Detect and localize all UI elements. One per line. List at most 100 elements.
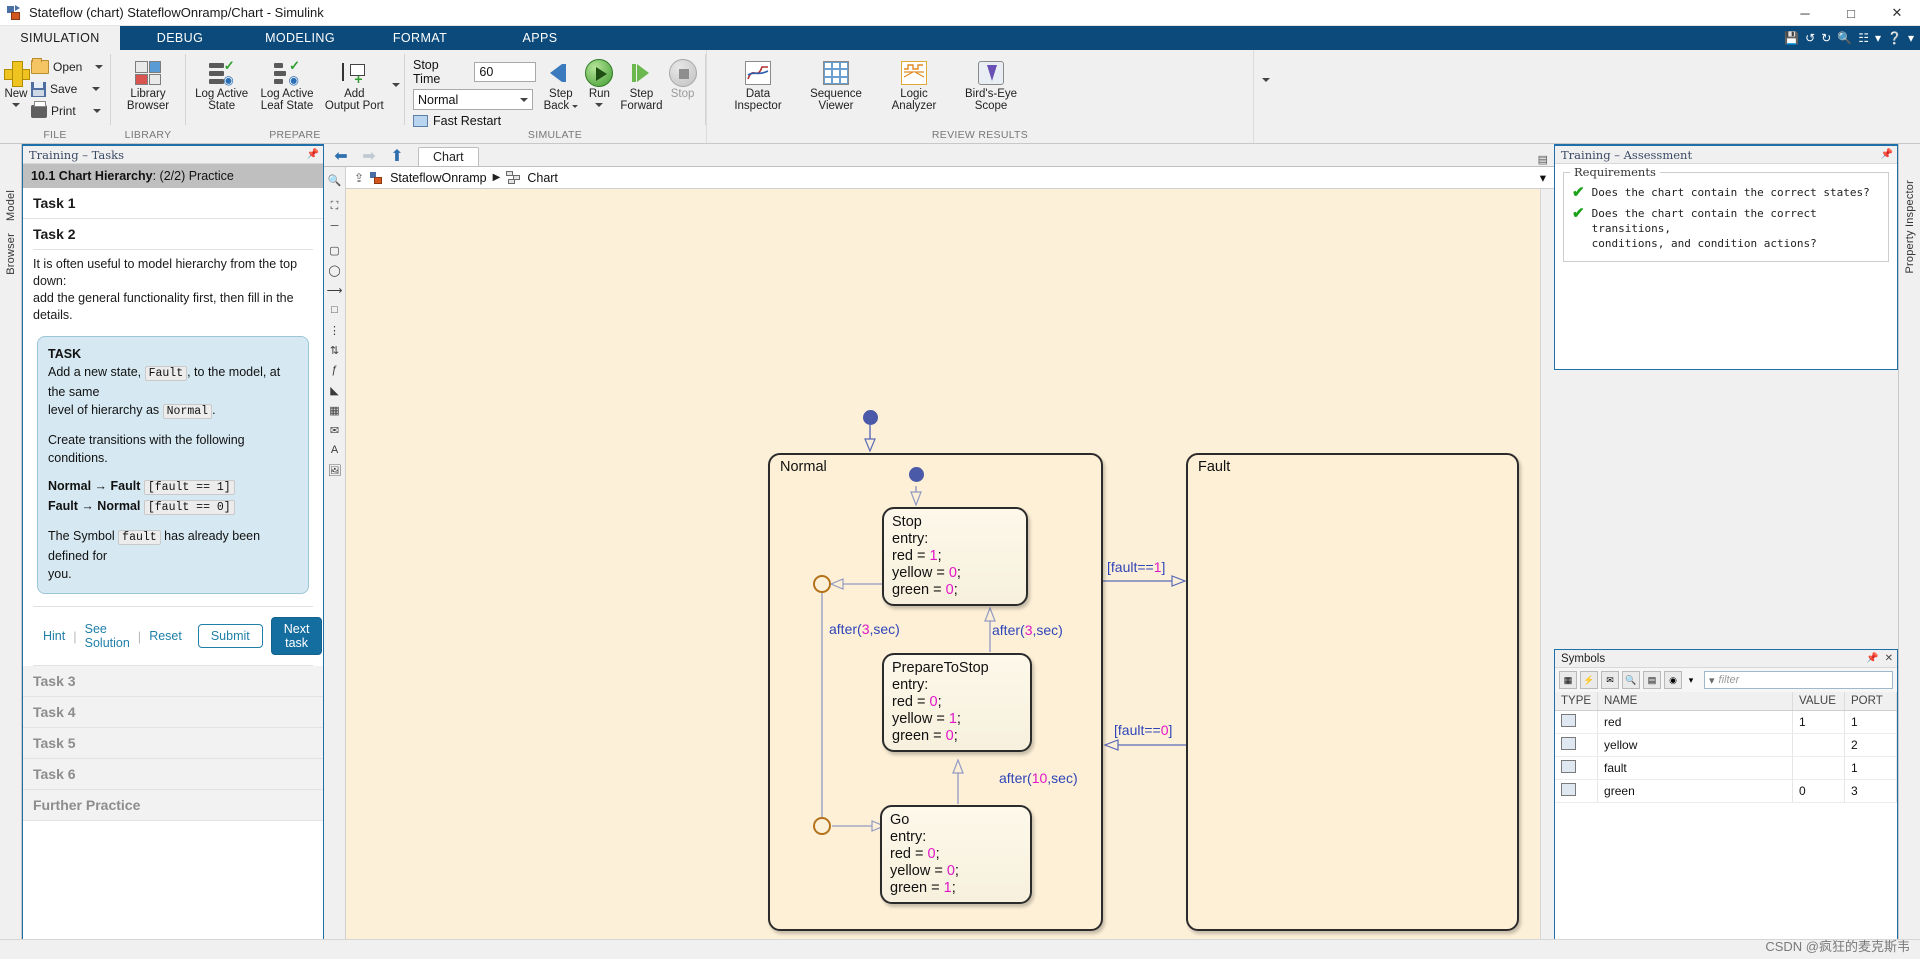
task-row-3[interactable]: Task 3 bbox=[23, 666, 323, 697]
next-task-button[interactable]: Next task bbox=[270, 617, 323, 655]
add-message-icon[interactable]: ✉ bbox=[1601, 671, 1619, 689]
stop-button[interactable]: Stop bbox=[664, 54, 701, 100]
breadcrumb-chevron-down-icon[interactable]: ▾ bbox=[1540, 170, 1546, 185]
canvas-vertical-scrollbar[interactable] bbox=[1540, 189, 1554, 959]
breadcrumb-model[interactable]: StateflowOnramp bbox=[390, 171, 487, 185]
tab-modeling[interactable]: MODELING bbox=[240, 26, 360, 50]
state-icon[interactable]: ▢ bbox=[326, 241, 344, 259]
simulation-mode-select[interactable]: Normal bbox=[413, 89, 533, 110]
close-icon[interactable]: ✕ bbox=[1885, 653, 1893, 664]
open-button[interactable]: Open bbox=[28, 56, 106, 78]
symbol-value-yellow[interactable] bbox=[1792, 733, 1845, 757]
default-transition-node-normal[interactable] bbox=[863, 410, 878, 425]
task-row-2[interactable]: Task 2 bbox=[23, 219, 323, 249]
breadcrumb-chart[interactable]: Chart bbox=[527, 171, 558, 185]
truth-table-icon[interactable]: ▦ bbox=[326, 401, 344, 419]
image-icon[interactable]: 🖼 bbox=[326, 461, 344, 479]
column-type[interactable]: TYPE bbox=[1555, 692, 1599, 711]
further-practice-row[interactable]: Further Practice bbox=[23, 790, 323, 821]
prepare-more-chevron-icon[interactable] bbox=[391, 83, 400, 87]
chevron-down-icon[interactable] bbox=[12, 103, 20, 107]
redo-icon[interactable]: ↻ bbox=[1821, 31, 1831, 45]
ribbon-collapse-icon[interactable]: ▾ bbox=[1908, 31, 1914, 45]
tab-format[interactable]: FORMAT bbox=[360, 26, 480, 50]
resolve-icon[interactable]: 🔍 bbox=[1622, 671, 1640, 689]
stop-time-input[interactable]: 60 bbox=[474, 62, 536, 82]
graphical-function-icon[interactable]: ⇅ bbox=[326, 341, 344, 359]
property-inspector-rail-label[interactable]: Property Inspector bbox=[1904, 174, 1916, 279]
symbol-value-green[interactable]: 0 bbox=[1792, 779, 1845, 803]
function-icon[interactable]: ⋮ bbox=[326, 321, 344, 339]
pin-icon[interactable]: 📌 bbox=[1866, 653, 1878, 664]
state-preparetostop[interactable]: PrepareToStop entry: red = 0; yellow = 1… bbox=[882, 653, 1032, 752]
box-icon[interactable]: □ bbox=[326, 301, 344, 319]
stateflow-canvas[interactable]: Normal Fault Stop entry: red = 1; yellow… bbox=[346, 189, 1540, 959]
undo-icon[interactable]: ↺ bbox=[1805, 31, 1815, 45]
transition-icon[interactable]: ⟶ bbox=[326, 281, 344, 299]
step-back-button[interactable]: Step Back bbox=[542, 54, 581, 112]
column-value[interactable]: VALUE bbox=[1792, 692, 1845, 711]
state-stop[interactable]: Stop entry: red = 1; yellow = 0; green =… bbox=[882, 507, 1028, 606]
state-go[interactable]: Go entry: red = 0; yellow = 0; green = 1… bbox=[880, 805, 1032, 904]
history-junction-icon[interactable]: ◯ bbox=[326, 261, 344, 279]
chevron-down-icon[interactable]: ▾ bbox=[1875, 31, 1881, 45]
browser-rail-label[interactable]: Browser bbox=[5, 227, 17, 281]
fast-restart-label[interactable]: Fast Restart bbox=[433, 114, 501, 128]
add-event-icon[interactable]: ⚡ bbox=[1580, 671, 1598, 689]
column-port[interactable]: PORT bbox=[1844, 692, 1897, 711]
add-data-icon[interactable]: ▦ bbox=[1559, 671, 1577, 689]
table-row[interactable]: red 1 1 bbox=[1555, 710, 1897, 734]
task-row-1[interactable]: Task 1 bbox=[23, 188, 323, 219]
tab-simulation[interactable]: SIMULATION bbox=[0, 26, 120, 50]
panel-layout-icon[interactable]: ▤ bbox=[1538, 153, 1554, 166]
message-icon[interactable]: ✉ bbox=[326, 421, 344, 439]
transition-label-after10[interactable]: after(10,sec) bbox=[999, 770, 1078, 786]
library-browser-button[interactable]: Library Browser bbox=[115, 54, 181, 112]
sequence-viewer-button[interactable]: Sequence Viewer bbox=[803, 54, 869, 112]
search-icon[interactable]: 🔍 bbox=[1837, 31, 1852, 45]
layers-icon[interactable]: ☷ bbox=[1858, 31, 1869, 45]
annotation-icon[interactable]: A bbox=[326, 441, 344, 459]
simulink-function-icon[interactable]: ◣ bbox=[326, 381, 344, 399]
symbol-port-yellow[interactable]: 2 bbox=[1844, 733, 1897, 757]
help-icon[interactable]: ❔ bbox=[1887, 31, 1902, 45]
log-active-leaf-state-button[interactable]: ✓ ◉ Log Active Leaf State bbox=[253, 54, 320, 112]
junction-lower-left[interactable] bbox=[813, 817, 831, 835]
table-row[interactable]: green 0 3 bbox=[1555, 779, 1897, 803]
up-arrow-icon[interactable]: ⬆ bbox=[386, 146, 408, 166]
task-row-4[interactable]: Task 4 bbox=[23, 697, 323, 728]
symbol-name-green[interactable]: green bbox=[1597, 779, 1793, 803]
chevron-down-icon[interactable] bbox=[595, 103, 604, 107]
task-row-6[interactable]: Task 6 bbox=[23, 759, 323, 790]
save-icon[interactable]: 💾 bbox=[1784, 31, 1799, 45]
symbol-name-fault[interactable]: fault bbox=[1597, 756, 1793, 780]
log-active-state-button[interactable]: ✓ ◉ Log Active State bbox=[190, 54, 253, 112]
forward-arrow-icon[interactable]: ➡ bbox=[358, 146, 380, 166]
transition-label-after3-left[interactable]: after(3,sec) bbox=[829, 621, 900, 637]
minimize-button[interactable]: ─ bbox=[1782, 0, 1828, 26]
scope-dropdown-icon[interactable]: ◉ bbox=[1664, 671, 1682, 689]
back-arrow-icon[interactable]: ⬅ bbox=[330, 146, 352, 166]
table-row[interactable]: fault 1 bbox=[1555, 756, 1897, 780]
chevron-down-icon[interactable]: ▾ bbox=[1685, 671, 1697, 689]
symbol-port-red[interactable]: 1 bbox=[1844, 710, 1897, 734]
tab-apps[interactable]: APPS bbox=[480, 26, 600, 50]
symbol-value-red[interactable]: 1 bbox=[1792, 710, 1845, 734]
matlab-function-icon[interactable]: ƒ bbox=[326, 361, 344, 379]
birds-eye-scope-button[interactable]: Bird's-Eye Scope bbox=[959, 54, 1023, 112]
document-tab-chart[interactable]: Chart bbox=[418, 147, 479, 166]
state-fault[interactable]: Fault bbox=[1186, 453, 1519, 931]
chevron-down-icon[interactable] bbox=[572, 104, 579, 108]
hint-link[interactable]: Hint bbox=[43, 629, 65, 643]
reset-link[interactable]: Reset bbox=[149, 629, 182, 643]
pin-icon[interactable]: 📌 bbox=[1881, 149, 1893, 160]
zoom-in-icon[interactable]: 🔍 bbox=[326, 171, 344, 189]
maximize-button[interactable]: □ bbox=[1828, 0, 1874, 26]
transition-label-fault0[interactable]: [fault==0] bbox=[1114, 722, 1172, 738]
junction-upper-left[interactable] bbox=[813, 575, 831, 593]
transition-label-fault1[interactable]: [fault==1] bbox=[1107, 559, 1165, 575]
default-transition-node-stop[interactable] bbox=[909, 467, 924, 482]
see-solution-link[interactable]: See Solution bbox=[85, 622, 130, 650]
symbol-value-fault[interactable] bbox=[1792, 756, 1845, 780]
symbol-port-green[interactable]: 3 bbox=[1844, 779, 1897, 803]
